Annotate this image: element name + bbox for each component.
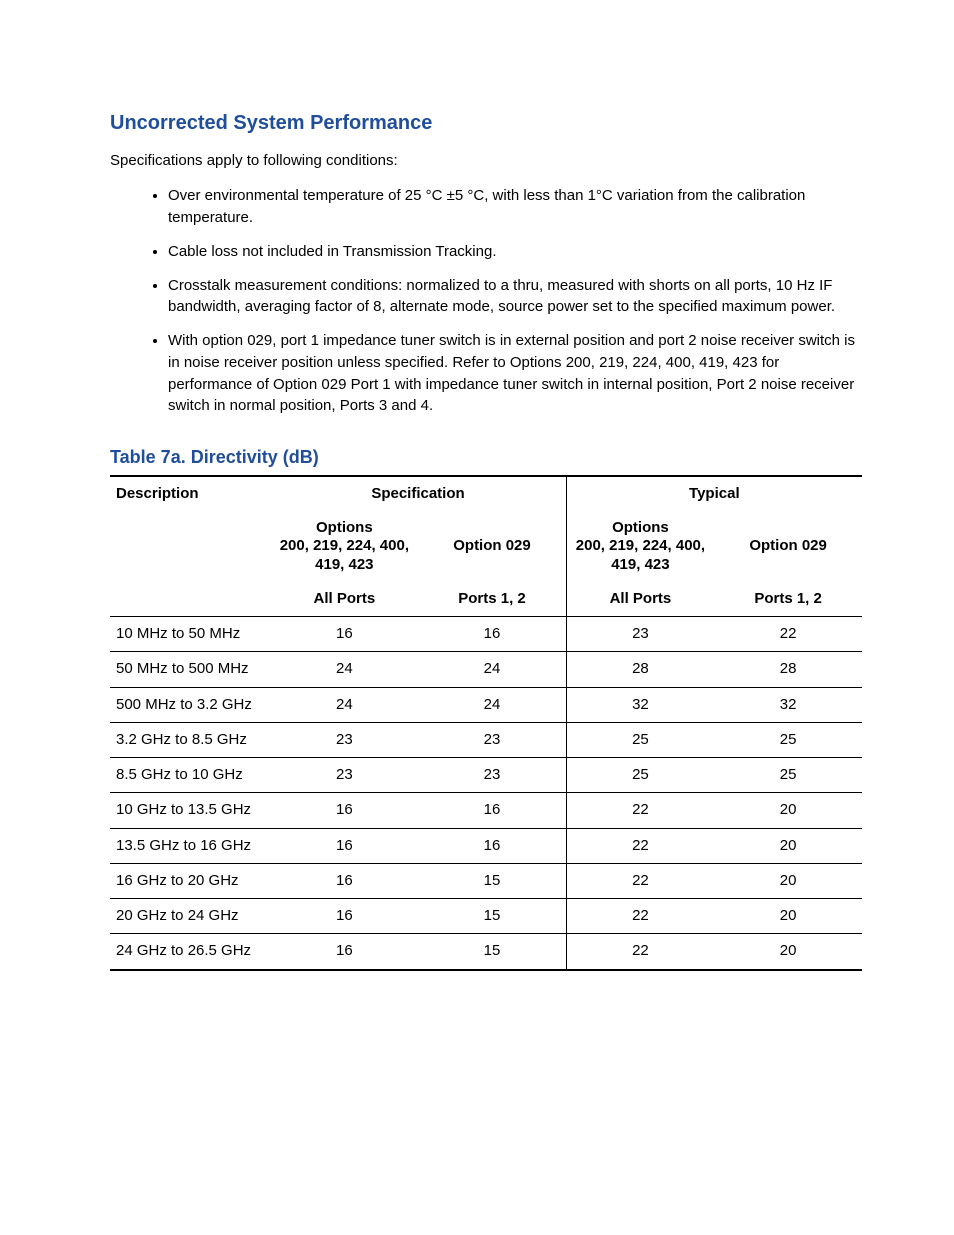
- typical-value: 20: [714, 863, 862, 898]
- typical-value: 25: [714, 722, 862, 757]
- table-row: 13.5 GHz to 16 GHz 16 16 22 20: [110, 828, 862, 863]
- spec-value: 16: [270, 617, 418, 652]
- typical-value: 22: [714, 617, 862, 652]
- col-subhead-ports12: Ports 1, 2: [418, 582, 566, 617]
- section-heading: Uncorrected System Performance: [110, 110, 862, 137]
- spec-value: 16: [270, 828, 418, 863]
- spec-value: 15: [418, 899, 566, 934]
- col-subhead-ports12: Ports 1, 2: [714, 582, 862, 617]
- typical-value: 25: [714, 758, 862, 793]
- typical-value: 32: [566, 687, 714, 722]
- spec-value: 16: [418, 617, 566, 652]
- freq-range: 50 MHz to 500 MHz: [110, 652, 270, 687]
- spec-value: 23: [270, 722, 418, 757]
- spec-value: 16: [270, 793, 418, 828]
- spec-value: 16: [418, 828, 566, 863]
- spec-value: 24: [270, 687, 418, 722]
- col-subhead-option029: Option 029: [714, 512, 862, 582]
- list-item: Crosstalk measurement conditions: normal…: [168, 275, 862, 319]
- col-subhead-options: Options 200, 219, 224, 400, 419, 423: [270, 512, 418, 582]
- typical-value: 22: [566, 863, 714, 898]
- spec-value: 23: [270, 758, 418, 793]
- list-item: Over environmental temperature of 25 °C …: [168, 185, 862, 229]
- freq-range: 20 GHz to 24 GHz: [110, 899, 270, 934]
- typical-value: 22: [566, 828, 714, 863]
- table-caption: Table 7a. Directivity (dB): [110, 445, 862, 469]
- typical-value: 22: [566, 934, 714, 970]
- intro-paragraph: Specifications apply to following condit…: [110, 151, 862, 171]
- typical-value: 25: [566, 722, 714, 757]
- table-row: 3.2 GHz to 8.5 GHz 23 23 25 25: [110, 722, 862, 757]
- typical-value: 20: [714, 828, 862, 863]
- spec-value: 15: [418, 934, 566, 970]
- col-subhead-allports: All Ports: [270, 582, 418, 617]
- spec-value: 23: [418, 722, 566, 757]
- spec-value: 15: [418, 863, 566, 898]
- typical-value: 22: [566, 899, 714, 934]
- table-row: 10 MHz to 50 MHz 16 16 23 22: [110, 617, 862, 652]
- col-header-description: Description: [110, 476, 270, 511]
- list-item: Cable loss not included in Transmission …: [168, 241, 862, 263]
- freq-range: 16 GHz to 20 GHz: [110, 863, 270, 898]
- spec-value: 24: [418, 687, 566, 722]
- typical-value: 25: [566, 758, 714, 793]
- conditions-list: Over environmental temperature of 25 °C …: [110, 185, 862, 417]
- col-subhead-options: Options 200, 219, 224, 400, 419, 423: [566, 512, 714, 582]
- typical-value: 28: [714, 652, 862, 687]
- table-row: 24 GHz to 26.5 GHz 16 15 22 20: [110, 934, 862, 970]
- spec-value: 16: [270, 934, 418, 970]
- freq-range: 8.5 GHz to 10 GHz: [110, 758, 270, 793]
- spec-value: 16: [270, 899, 418, 934]
- freq-range: 3.2 GHz to 8.5 GHz: [110, 722, 270, 757]
- col-subhead-option029: Option 029: [418, 512, 566, 582]
- table-row: 8.5 GHz to 10 GHz 23 23 25 25: [110, 758, 862, 793]
- typical-value: 20: [714, 793, 862, 828]
- freq-range: 10 GHz to 13.5 GHz: [110, 793, 270, 828]
- typical-value: 20: [714, 934, 862, 970]
- table-row: 16 GHz to 20 GHz 16 15 22 20: [110, 863, 862, 898]
- freq-range: 24 GHz to 26.5 GHz: [110, 934, 270, 970]
- table-row: 50 MHz to 500 MHz 24 24 28 28: [110, 652, 862, 687]
- freq-range: 500 MHz to 3.2 GHz: [110, 687, 270, 722]
- col-header-specification: Specification: [270, 476, 566, 511]
- typical-value: 23: [566, 617, 714, 652]
- freq-range: 10 MHz to 50 MHz: [110, 617, 270, 652]
- col-header-typical: Typical: [566, 476, 862, 511]
- col-subhead-allports: All Ports: [566, 582, 714, 617]
- directivity-table: Description Specification Typical Option…: [110, 475, 862, 970]
- spec-value: 24: [270, 652, 418, 687]
- typical-value: 32: [714, 687, 862, 722]
- spec-value: 24: [418, 652, 566, 687]
- table-row: 500 MHz to 3.2 GHz 24 24 32 32: [110, 687, 862, 722]
- typical-value: 20: [714, 899, 862, 934]
- list-item: With option 029, port 1 impedance tuner …: [168, 330, 862, 417]
- freq-range: 13.5 GHz to 16 GHz: [110, 828, 270, 863]
- spec-value: 16: [270, 863, 418, 898]
- table-row: 20 GHz to 24 GHz 16 15 22 20: [110, 899, 862, 934]
- table-body: 10 MHz to 50 MHz 16 16 23 22 50 MHz to 5…: [110, 617, 862, 970]
- spec-value: 23: [418, 758, 566, 793]
- spec-value: 16: [418, 793, 566, 828]
- typical-value: 22: [566, 793, 714, 828]
- typical-value: 28: [566, 652, 714, 687]
- table-row: 10 GHz to 13.5 GHz 16 16 22 20: [110, 793, 862, 828]
